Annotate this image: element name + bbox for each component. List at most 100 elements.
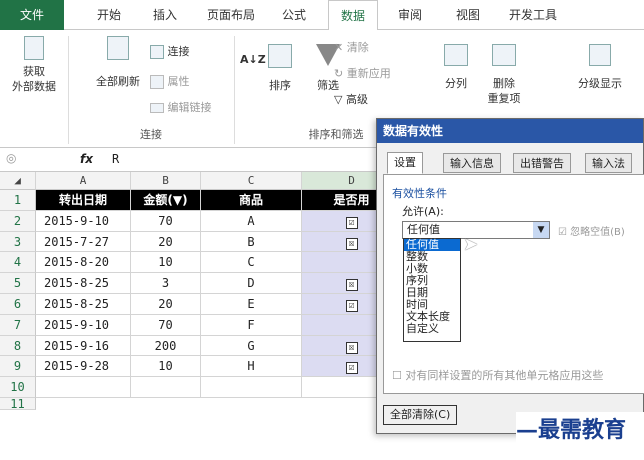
data-cell[interactable]: 2015-8-20	[36, 252, 131, 274]
data-cell[interactable]: F	[201, 314, 302, 336]
dialog-tab-error-alert[interactable]: 出错警告	[513, 153, 571, 173]
data-cell[interactable]: 70	[131, 314, 201, 336]
data-cell[interactable]: A	[201, 210, 302, 232]
tab-review[interactable]: 审阅	[386, 0, 434, 30]
data-cell[interactable]: 10	[131, 356, 201, 378]
tab-data[interactable]: 数据	[328, 0, 378, 31]
crossed-box-icon[interactable]: ☒	[345, 279, 358, 292]
tab-insert[interactable]: 插入	[140, 0, 190, 30]
data-cell[interactable]: D	[201, 273, 302, 294]
data-cell[interactable]: E	[201, 294, 302, 315]
clear-all-button[interactable]: 全部清除(C)	[383, 405, 458, 425]
row-header[interactable]: 9	[0, 356, 36, 378]
sort-button[interactable]: 排序	[262, 44, 298, 93]
name-box-icon[interactable]: ◎	[6, 151, 16, 165]
tab-formulas[interactable]: 公式	[272, 0, 316, 30]
column-header-a[interactable]: A	[36, 172, 131, 190]
ribbon-tab-bar: 文件 开始 插入 页面布局 公式 数据 审阅 视图 开发工具	[0, 0, 644, 31]
data-cell[interactable]: 2015-9-16	[36, 335, 131, 357]
tab-file[interactable]: 文件	[0, 0, 64, 30]
clear-filter-button[interactable]: ✕ 清除	[334, 40, 369, 56]
dialog-tab-input-message[interactable]: 输入信息	[443, 153, 501, 173]
data-cell[interactable]: 3	[131, 273, 201, 294]
data-cell[interactable]: 70	[131, 210, 201, 232]
group-label-connections: 连接	[140, 128, 162, 141]
text-to-columns-label: 分列	[445, 77, 467, 90]
refresh-all-button[interactable]: 全部刷新	[90, 36, 146, 89]
remove-duplicates-button[interactable]: 删除 重复项	[484, 44, 524, 106]
header-cell[interactable]: 转出日期	[36, 190, 131, 211]
crossed-box-icon[interactable]: ☒	[345, 237, 358, 250]
crossed-box-icon[interactable]: ☒	[345, 341, 358, 354]
advanced-label: 高级	[345, 93, 368, 106]
edit-links-button[interactable]: 编辑链接	[150, 100, 212, 116]
data-cell[interactable]: 2015-8-25	[36, 273, 131, 294]
empty-cell[interactable]	[131, 377, 201, 398]
data-cell[interactable]: 20	[131, 294, 201, 315]
dialog-tab-settings[interactable]: 设置	[387, 152, 423, 174]
properties-icon	[150, 75, 164, 89]
text-to-columns-button[interactable]: 分列	[440, 44, 472, 91]
row-header[interactable]: 11	[0, 398, 36, 410]
select-all-corner[interactable]: ◢	[0, 172, 36, 190]
data-cell[interactable]: B	[201, 231, 302, 253]
row-header[interactable]: 2	[0, 210, 36, 232]
row-header[interactable]: 10	[0, 377, 36, 398]
data-cell[interactable]: G	[201, 335, 302, 357]
empty-cell[interactable]	[36, 377, 131, 398]
clear-label: 清除	[346, 41, 369, 54]
empty-cell[interactable]	[201, 377, 302, 398]
header-cell[interactable]: 金额(▼)	[131, 190, 201, 211]
dialog-tab-ime[interactable]: 输入法	[585, 153, 632, 173]
tab-view[interactable]: 视图	[444, 0, 492, 30]
properties-label: 属性	[167, 75, 190, 88]
data-cell[interactable]: 2015-9-28	[36, 356, 131, 378]
dialog-title: 数据有效性	[377, 119, 643, 143]
apply-all-label: 对有同样设置的所有其他单元格应用这些	[405, 369, 604, 382]
outline-button[interactable]: 分级显示	[570, 44, 630, 91]
row-header[interactable]: 4	[0, 252, 36, 274]
tab-developer[interactable]: 开发工具	[500, 0, 566, 30]
data-cell[interactable]: 2015-8-25	[36, 294, 131, 315]
connections-icon	[150, 45, 164, 59]
data-cell[interactable]: C	[201, 252, 302, 274]
data-cell[interactable]: 2015-9-10	[36, 314, 131, 336]
reapply-button[interactable]: ↻ 重新应用	[334, 66, 391, 82]
row-header[interactable]: 1	[0, 190, 36, 211]
row-header[interactable]: 6	[0, 294, 36, 315]
column-header-b[interactable]: B	[131, 172, 201, 190]
apply-all-checkbox[interactable]: ☐ 对有同样设置的所有其他单元格应用这些	[392, 367, 642, 383]
row-header[interactable]: 7	[0, 314, 36, 336]
excel-window: 文件 开始 插入 页面布局 公式 数据 审阅 视图 开发工具 获取 外部数据 全…	[0, 0, 644, 460]
data-validation-dialog: 数据有效性 设置 输入信息 出错警告 输入法 有效性条件 允许(A): 任何值 …	[376, 118, 644, 434]
data-cell[interactable]: 10	[131, 252, 201, 274]
properties-button[interactable]: 属性	[150, 74, 190, 90]
data-cell[interactable]: 2015-7-27	[36, 231, 131, 253]
ignore-blank-checkbox[interactable]: ☑ 忽略空值(B)	[558, 223, 625, 238]
data-cell[interactable]: 200	[131, 335, 201, 357]
chevron-down-icon[interactable]: ▼	[533, 222, 549, 238]
column-header-c[interactable]: C	[201, 172, 302, 190]
checked-box-icon[interactable]: ☑	[345, 300, 358, 312]
formula-input[interactable]: R	[112, 152, 119, 166]
connections-label: 连接	[167, 45, 190, 58]
header-cell[interactable]: 商品	[201, 190, 302, 211]
row-header[interactable]: 3	[0, 231, 36, 253]
row-header[interactable]: 5	[0, 273, 36, 294]
advanced-filter-button[interactable]: ▽ 高级	[334, 92, 368, 108]
data-cell[interactable]: 2015-9-10	[36, 210, 131, 232]
fx-icon[interactable]: fx	[80, 152, 93, 166]
connections-button[interactable]: 连接	[150, 44, 190, 60]
links-icon	[150, 103, 164, 113]
option-custom[interactable]: 自定义	[404, 323, 460, 335]
get-external-data-button[interactable]: 获取 外部数据	[4, 36, 64, 94]
data-cell[interactable]: 20	[131, 231, 201, 253]
group-label-sort-filter: 排序和筛选	[308, 128, 364, 141]
checked-box-icon[interactable]: ☑	[345, 216, 358, 229]
checked-box-icon[interactable]: ☑	[345, 362, 358, 375]
tab-home[interactable]: 开始	[84, 0, 134, 30]
tab-page-layout[interactable]: 页面布局	[198, 0, 264, 30]
data-cell[interactable]: H	[201, 356, 302, 378]
sort-label: 排序	[269, 79, 291, 92]
row-header[interactable]: 8	[0, 335, 36, 357]
